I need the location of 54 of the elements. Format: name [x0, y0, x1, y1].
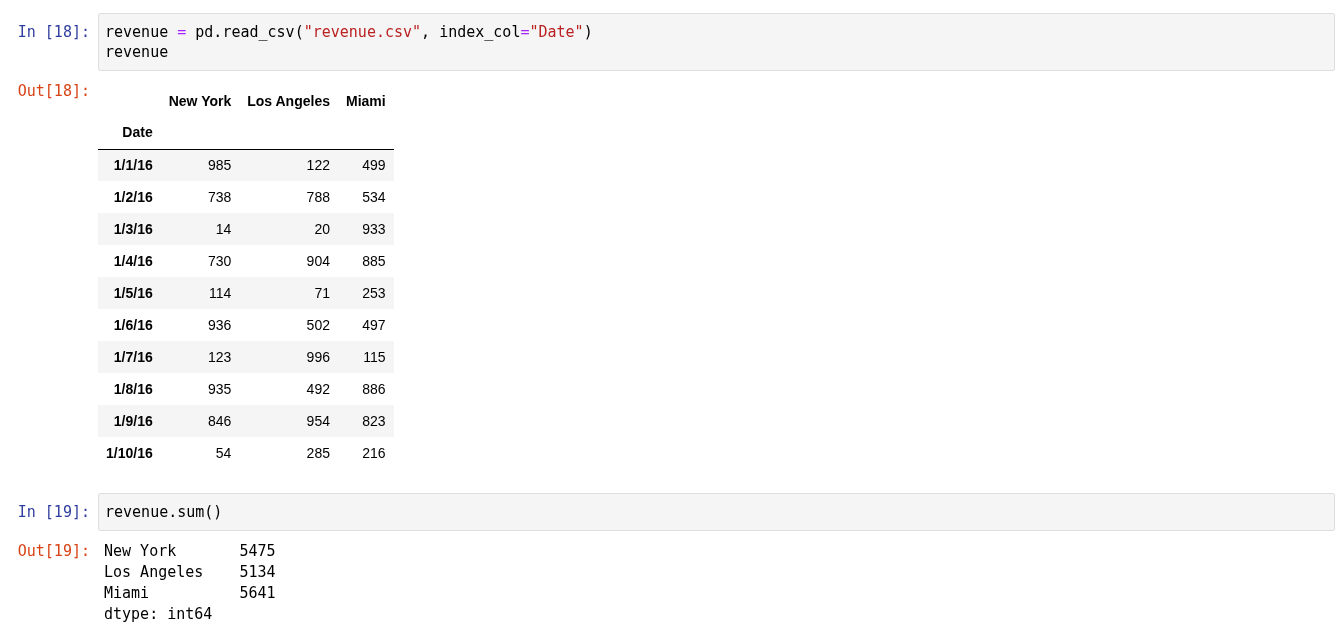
table-cell: 115 [337, 341, 394, 373]
row-index: 1/10/16 [98, 437, 161, 469]
table-cell: 935 [160, 373, 240, 405]
table-cell: 534 [337, 181, 394, 213]
table-cell: 122 [239, 149, 338, 181]
table-cell: 54 [160, 437, 240, 469]
table-cell: 253 [337, 277, 394, 309]
output-prompt: Out[18]: [16, 81, 91, 102]
output-line: dtype: int64 [104, 605, 213, 623]
table-cell: 936 [160, 309, 240, 341]
table-cell: 502 [239, 309, 338, 341]
index-header: Date [98, 117, 161, 149]
output-line: New York 5475 [104, 542, 276, 560]
table-cell: 123 [160, 341, 240, 373]
table-cell: 885 [337, 245, 394, 277]
table-cell: 886 [337, 373, 394, 405]
row-index: 1/4/16 [98, 245, 161, 277]
row-index: 1/1/16 [98, 149, 161, 181]
table-cell: 20 [239, 213, 338, 245]
table-cell: 114 [160, 277, 240, 309]
output-line: Miami 5641 [104, 584, 276, 602]
input-prompt: In [18]: [16, 22, 91, 43]
table-cell: 738 [160, 181, 240, 213]
output-line: Los Angeles 5134 [104, 563, 276, 581]
table-cell: 846 [160, 405, 240, 437]
table-cell: 216 [337, 437, 394, 469]
table-cell: 985 [160, 149, 240, 181]
table-cell: 499 [337, 149, 394, 181]
column-header: Miami [344, 91, 387, 111]
table-cell: 933 [337, 213, 394, 245]
row-index: 1/7/16 [98, 341, 161, 373]
table-cell: 497 [337, 309, 394, 341]
row-index: 1/6/16 [98, 309, 161, 341]
code-input[interactable]: revenue = pd.read_csv("revenue.csv", index_col="Date") revenue [98, 13, 1335, 71]
table-cell: 730 [160, 245, 240, 277]
row-index: 1/5/16 [98, 277, 161, 309]
table-cell: 788 [239, 181, 338, 213]
table-cell: 14 [160, 213, 240, 245]
row-index: 1/3/16 [98, 213, 161, 245]
table-cell: 71 [239, 277, 338, 309]
column-header: New York [167, 91, 233, 111]
column-header: Los Angeles [246, 91, 331, 111]
table-cell: 996 [239, 341, 338, 373]
table-cell: 285 [239, 437, 338, 469]
input-prompt: In [19]: [16, 502, 91, 523]
row-index: 1/8/16 [98, 373, 161, 405]
table-cell: 492 [239, 373, 338, 405]
row-index: 1/2/16 [98, 181, 161, 213]
output-prompt: Out[19]: [16, 541, 91, 562]
row-index: 1/9/16 [98, 405, 161, 437]
table-cell: 904 [239, 245, 338, 277]
table-cell: 823 [337, 405, 394, 437]
code-input[interactable]: revenue.sum() [98, 493, 1335, 531]
table-cell: 954 [239, 405, 338, 437]
